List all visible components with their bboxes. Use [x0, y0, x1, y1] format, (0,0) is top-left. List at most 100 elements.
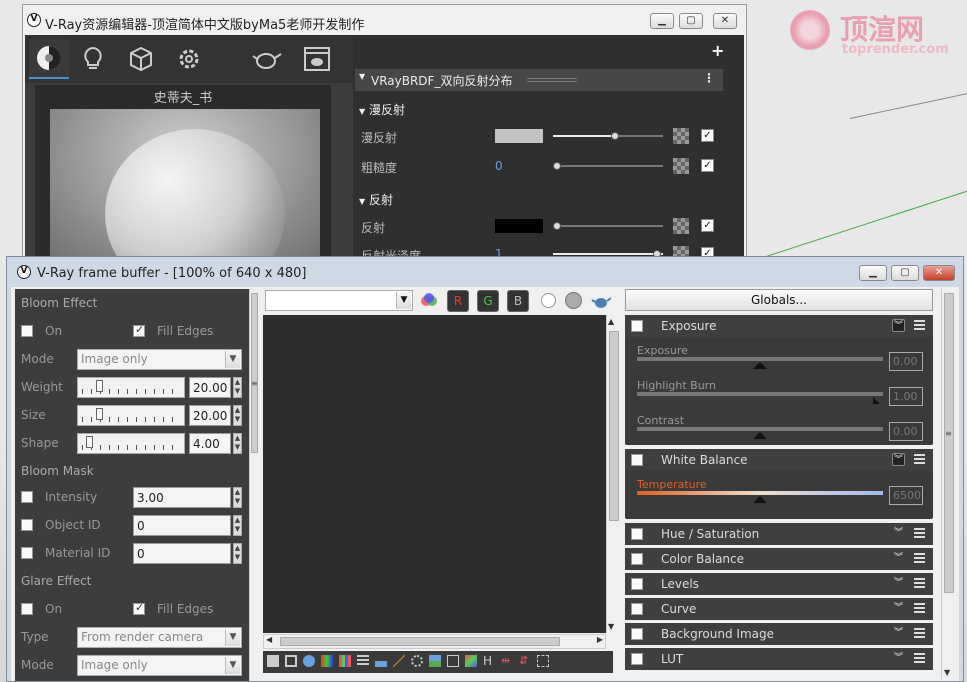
material-id-input[interactable]: 0 [133, 543, 231, 564]
collapsed-panel-hue-saturation[interactable]: Hue / Saturation ︾ [625, 523, 933, 545]
glare-on-checkbox[interactable] [21, 603, 33, 615]
exposure-value[interactable]: 0.00 [889, 352, 923, 371]
exposure-slider[interactable] [637, 357, 883, 361]
collapsed-panel-color-balance[interactable]: Color Balance ︾ [625, 548, 933, 570]
collapsed-panel-lut[interactable]: LUT ︾ [625, 648, 933, 670]
slider-thumb[interactable] [96, 380, 103, 392]
reflection-slider-knob[interactable] [553, 222, 561, 230]
close-button[interactable]: ✕ [713, 13, 737, 29]
info-icon[interactable] [303, 655, 315, 667]
globals-button[interactable]: Globals... [625, 289, 933, 311]
expand-chevron-icon[interactable]: ︾ [892, 627, 905, 640]
bloom-size-slider[interactable] [77, 405, 185, 426]
fb-minimize-button[interactable]: ▁ [859, 265, 887, 281]
reflection-slider[interactable] [553, 225, 663, 227]
highlight-burn-slider-thumb[interactable] [873, 397, 880, 404]
scrollbar-thumb[interactable] [251, 293, 258, 453]
compare-icon[interactable]: ⇹ [501, 654, 513, 667]
panel-menu-icon[interactable] [914, 454, 925, 464]
slider-thumb[interactable] [96, 408, 103, 420]
bloom-mode-dropdown[interactable]: Image only ▼ [77, 349, 242, 370]
expand-chevron-icon[interactable]: ︾ [892, 602, 905, 615]
diffuse-group[interactable]: ▼ 漫反射 [359, 101, 405, 118]
bloom-fill-edges-checkbox[interactable] [133, 323, 145, 337]
intensity-input[interactable]: 3.00 [133, 487, 231, 508]
roughness-enable-checkbox[interactable]: ✓ [701, 159, 714, 172]
scroll-up-icon[interactable]: ▲ [608, 317, 614, 326]
panel-enable-checkbox[interactable] [631, 578, 643, 590]
bloom-size-input[interactable]: 20.00 [189, 405, 231, 426]
roughness-value[interactable]: 0 [495, 159, 503, 173]
fb-close-button[interactable]: ✕ [923, 265, 955, 281]
temperature-slider-thumb[interactable] [753, 496, 767, 503]
section-header[interactable]: ▼ VRayBRDF_双向反射分布 ⋮ [355, 69, 723, 91]
expand-chevron-icon[interactable]: ︾ [892, 552, 905, 565]
exposure-slider-thumb[interactable] [753, 362, 767, 369]
roughness-slider-knob[interactable] [553, 162, 561, 170]
lut-icon[interactable] [339, 655, 351, 667]
scrollbar-thumb[interactable] [609, 331, 619, 521]
background-image-icon[interactable] [429, 655, 441, 667]
scroll-down-icon[interactable]: ▼ [608, 622, 614, 631]
green-channel-button[interactable]: G [477, 290, 499, 312]
frame-buffer-titlebar[interactable]: V V-Ray frame buffer - [100% of 640 x 48… [7, 257, 963, 287]
exposure-header[interactable]: Exposure ︾ [625, 315, 933, 337]
bloom-shape-slider[interactable] [77, 433, 185, 454]
curve-icon[interactable] [393, 655, 405, 667]
geometry-icon[interactable] [121, 39, 161, 79]
stop-render-icon[interactable] [565, 292, 582, 309]
material-id-spinner[interactable]: ▲ ▼ [233, 543, 242, 564]
collapsed-panel-background-image[interactable]: Background Image ︾ [625, 623, 933, 645]
aperture-icon[interactable] [411, 655, 423, 667]
panel-menu-icon[interactable] [914, 603, 925, 613]
scroll-right-icon[interactable]: ▶ [597, 635, 603, 644]
glare-mode-dropdown[interactable]: Image only ▼ [77, 655, 242, 676]
glare-type-dropdown[interactable]: From render camera ▼ [77, 627, 242, 648]
channel-dropdown[interactable]: ▼ [265, 290, 413, 311]
minimize-button[interactable]: ▁ [650, 13, 674, 29]
object-id-input[interactable]: 0 [133, 515, 231, 536]
stats-icon[interactable] [357, 655, 369, 667]
diffuse-slider[interactable] [553, 135, 663, 137]
red-channel-button[interactable]: R [447, 290, 469, 312]
reflection-texture-slot[interactable] [673, 218, 689, 234]
bloom-shape-spinner[interactable]: ▲ ▼ [233, 433, 242, 454]
diffuse-slider-knob[interactable] [611, 132, 619, 140]
h-icon[interactable]: H [483, 654, 495, 668]
collapsed-panel-levels[interactable]: Levels ︾ [625, 573, 933, 595]
color-corrections-icon[interactable] [321, 655, 333, 667]
collapse-chevron-icon[interactable]: ︾ [892, 319, 905, 332]
material-id-checkbox[interactable] [21, 547, 33, 559]
panel-enable-checkbox[interactable] [631, 553, 643, 565]
viewport-hscrollbar[interactable]: ◀ ▶ [263, 634, 606, 649]
refl-gloss-slider[interactable] [553, 253, 663, 255]
maximize-button[interactable]: ▢ [679, 13, 703, 29]
object-id-spinner[interactable]: ▲ ▼ [233, 515, 242, 536]
bloom-size-spinner[interactable]: ▲ ▼ [233, 405, 242, 426]
temperature-slider[interactable] [637, 491, 883, 495]
drag-handle[interactable] [527, 78, 577, 82]
expand-chevron-icon[interactable]: ︾ [892, 527, 905, 540]
temperature-value[interactable]: 6500 [889, 486, 923, 505]
bloom-shape-input[interactable]: 4.00 [189, 433, 231, 454]
roughness-slider[interactable] [553, 165, 663, 167]
panel-menu-icon[interactable] [914, 320, 925, 330]
fb-maximize-button[interactable]: ▢ [891, 265, 919, 281]
panel-menu-icon[interactable] [914, 653, 925, 663]
panel-enable-checkbox[interactable] [631, 628, 643, 640]
bloom-weight-spinner[interactable]: ▲ ▼ [233, 377, 242, 398]
left-panel-scrollbar[interactable]: ≡ [249, 289, 259, 681]
bloom-weight-slider[interactable] [77, 377, 185, 398]
add-button[interactable]: + [711, 41, 724, 60]
panel-menu-icon[interactable] [914, 628, 925, 638]
scrollbar-thumb[interactable] [944, 293, 954, 593]
color-channels-icon[interactable] [421, 293, 439, 309]
save-image-icon[interactable] [267, 655, 279, 667]
intensity-spinner[interactable]: ▲ ▼ [233, 487, 242, 508]
highlight-burn-value[interactable]: 1.00 [889, 387, 923, 406]
material-icon[interactable] [29, 39, 69, 79]
collapse-chevron-icon[interactable]: ︾ [892, 453, 905, 466]
waveform-icon[interactable] [465, 655, 477, 667]
section-menu-icon[interactable]: ⋮ [703, 71, 715, 85]
panel-enable-checkbox[interactable] [631, 603, 643, 615]
